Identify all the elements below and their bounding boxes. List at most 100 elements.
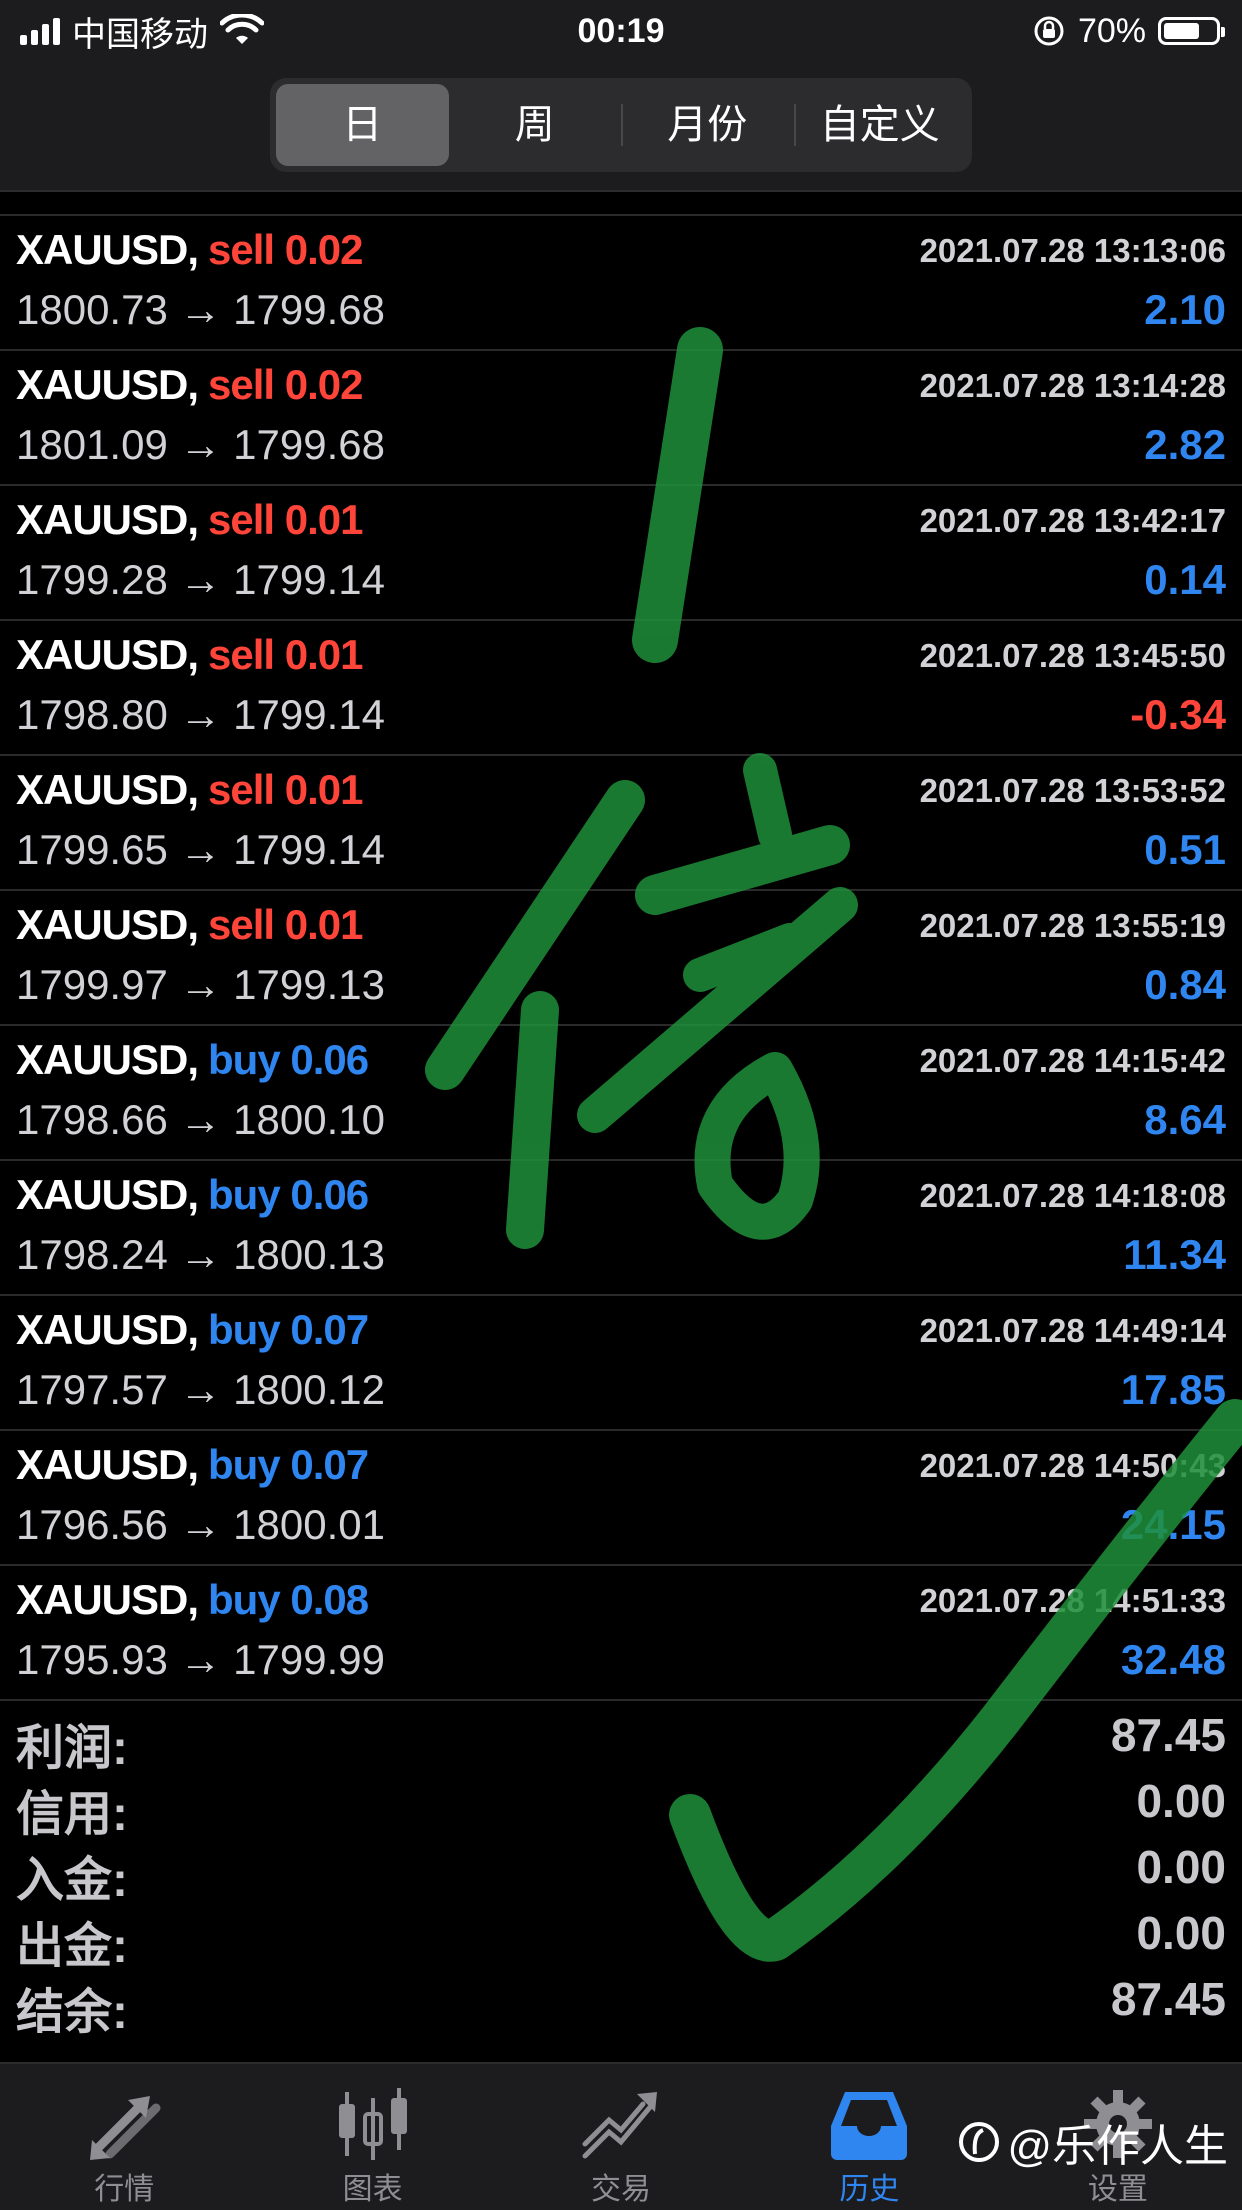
summary-value: 87.45: [1110, 1973, 1226, 2025]
summary-credit: 信用: 0.00: [0, 1766, 1242, 1841]
trade-profit: 2.10: [1144, 286, 1226, 333]
trade-profit: -0.34: [1130, 691, 1226, 738]
summary-value: 87.45: [1110, 1709, 1226, 1761]
trade-prices: 1795.93 → 1799.99: [16, 1636, 385, 1683]
status-right: 70%: [1032, 8, 1225, 54]
tab-week[interactable]: 周: [449, 84, 622, 166]
tab-month[interactable]: 月份: [621, 84, 794, 166]
battery-level: [1164, 23, 1199, 39]
trade-row[interactable]: XAUUSD, sell 0.01 2021.07.28 13:53:52 1799.…: [0, 756, 1242, 891]
trade-row[interactable]: XAUUSD, sell 0.01 2021.07.28 13:45:50 1798.…: [0, 621, 1242, 756]
trade-ticker: XAUUSD,: [16, 226, 199, 273]
summary-withdrawal: 出金: 0.00: [0, 1898, 1242, 1973]
trade-profit: 2.82: [1144, 421, 1226, 468]
trade-type: buy 0.07: [208, 1306, 369, 1353]
trade-row[interactable]: XAUUSD, buy 0.08 2021.07.28 14:51:33 1795.9…: [0, 1566, 1242, 1701]
trade-profit: 32.48: [1120, 1636, 1226, 1683]
summary-profit: 利润: 87.45: [0, 1700, 1242, 1775]
battery-percent: 70%: [1077, 11, 1146, 50]
trade-ticker: XAUUSD,: [16, 361, 199, 408]
trade-time: 2021.07.28 13:14:28: [919, 367, 1226, 404]
trade-time: 2021.07.28 14:50:43: [919, 1447, 1226, 1484]
battery-icon: [1158, 17, 1225, 45]
trade-time: 2021.07.28 13:53:52: [919, 772, 1226, 809]
trade-time: 2021.07.28 14:49:14: [919, 1312, 1226, 1349]
trade-profit: 17.85: [1120, 1366, 1226, 1413]
trade-symbol: XAUUSD, sell 0.01: [16, 766, 364, 814]
trade-prices: 1801.09 → 1799.68: [16, 421, 385, 468]
list-item-partial: [0, 192, 1242, 216]
trade-type: buy 0.07: [208, 1441, 369, 1488]
trade-profit: 11.34: [1123, 1231, 1226, 1278]
trade-ticker: XAUUSD,: [16, 631, 199, 678]
tab-trade[interactable]: 交易: [497, 2064, 745, 2210]
trade-ticker: XAUUSD,: [16, 766, 199, 813]
arrows-quotes-icon: [90, 2096, 161, 2160]
trade-row[interactable]: XAUUSD, sell 0.02 2021.07.28 13:13:06 1800.…: [0, 216, 1242, 351]
trade-symbol: XAUUSD, buy 0.06: [16, 1036, 369, 1084]
trade-prices: 1797.57 → 1800.12: [16, 1366, 385, 1413]
trade-row[interactable]: XAUUSD, buy 0.07 2021.07.28 14:50:43 1796.5…: [0, 1431, 1242, 1566]
trade-symbol: XAUUSD, buy 0.08: [16, 1576, 369, 1624]
trade-ticker: XAUUSD,: [16, 1441, 199, 1488]
history-header: 日 周 月份 自定义: [0, 62, 1242, 192]
trade-ticker: XAUUSD,: [16, 901, 199, 948]
account-summary: 利润: 87.45 信用: 0.00 入金: 0.00 出金: 0.00 结余:…: [0, 1700, 1242, 2039]
tab-quotes[interactable]: 行情: [0, 2064, 248, 2210]
trade-profit: 0.84: [1144, 961, 1226, 1008]
trade-time: 2021.07.28 14:15:42: [919, 1042, 1226, 1079]
trade-ticker: XAUUSD,: [16, 496, 199, 543]
trade-type: sell 0.01: [208, 496, 363, 543]
trade-prices: 1798.80 → 1799.14: [16, 691, 385, 738]
watermark-credit: @乐作人生: [957, 2110, 1228, 2174]
tab-custom[interactable]: 自定义: [793, 84, 967, 166]
trade-ticker: XAUUSD,: [16, 1036, 199, 1083]
trade-time: 2021.07.28 13:13:06: [919, 232, 1226, 269]
tab-label: 图表: [342, 2173, 403, 2206]
trade-type: buy 0.08: [208, 1576, 369, 1623]
trade-row[interactable]: XAUUSD, buy 0.06 2021.07.28 14:18:08 1798.2…: [0, 1161, 1242, 1296]
summary-deposit: 入金: 0.00: [0, 1832, 1242, 1907]
tab-label: 行情: [94, 2173, 155, 2206]
status-bar: 中国移动 00:19 70%: [0, 0, 1242, 62]
trade-symbol: XAUUSD, sell 0.02: [16, 226, 364, 274]
candlestick-chart-icon: [338, 2088, 407, 2160]
trade-symbol: XAUUSD, sell 0.01: [16, 631, 364, 679]
trade-symbol: XAUUSD, sell 0.02: [16, 361, 364, 409]
orientation-lock-icon: [1034, 16, 1064, 46]
trade-history-list[interactable]: XAUUSD, sell 0.02 2021.07.28 13:13:06 1800.…: [0, 192, 1242, 1701]
trade-row[interactable]: XAUUSD, sell 0.02 2021.07.28 13:14:28 1801.…: [0, 351, 1242, 486]
trade-prices: 1799.65 → 1799.14: [16, 826, 385, 873]
tab-chart[interactable]: 图表: [248, 2064, 496, 2210]
trade-symbol: XAUUSD, buy 0.07: [16, 1306, 369, 1354]
trade-prices: 1798.66 → 1800.10: [16, 1096, 385, 1143]
trade-type: sell 0.01: [208, 901, 363, 948]
trade-ticker: XAUUSD,: [16, 1306, 199, 1353]
trade-type: sell 0.01: [208, 631, 363, 678]
trade-row[interactable]: XAUUSD, sell 0.01 2021.07.28 13:42:17 1799.…: [0, 486, 1242, 621]
trade-time: 2021.07.28 14:18:08: [919, 1177, 1226, 1214]
trend-line-icon: [582, 2092, 658, 2159]
trade-symbol: XAUUSD, sell 0.01: [16, 496, 364, 544]
trade-symbol: XAUUSD, buy 0.06: [16, 1171, 369, 1219]
trade-type: buy 0.06: [208, 1036, 369, 1083]
trade-prices: 1796.56 → 1800.01: [16, 1501, 385, 1548]
watermark-credit-text: @乐作人生: [1007, 2122, 1228, 2171]
summary-value: 0.00: [1136, 1907, 1226, 1959]
trade-row[interactable]: XAUUSD, sell 0.01 2021.07.28 13:55:19 1799.…: [0, 891, 1242, 1026]
tab-label: 交易: [591, 2173, 652, 2206]
trade-type: sell 0.02: [208, 361, 363, 408]
trade-prices: 1799.28 → 1799.14: [16, 556, 385, 603]
tab-day[interactable]: 日: [276, 84, 449, 166]
trade-time: 2021.07.28 13:42:17: [919, 502, 1226, 539]
trade-row[interactable]: XAUUSD, buy 0.07 2021.07.28 14:49:14 1797.5…: [0, 1296, 1242, 1431]
inbox-tray-icon: [831, 2092, 908, 2160]
weibo-logo-icon: [959, 2122, 1000, 2162]
trade-time: 2021.07.28 14:51:33: [919, 1582, 1226, 1619]
trade-type: sell 0.02: [208, 226, 363, 273]
trade-row[interactable]: XAUUSD, buy 0.06 2021.07.28 14:15:42 1798.6…: [0, 1026, 1242, 1161]
trade-profit: 0.14: [1144, 556, 1226, 603]
trade-symbol: XAUUSD, sell 0.01: [16, 901, 364, 949]
trade-profit: 8.64: [1144, 1096, 1226, 1143]
trade-prices: 1798.24 → 1800.13: [16, 1231, 385, 1278]
